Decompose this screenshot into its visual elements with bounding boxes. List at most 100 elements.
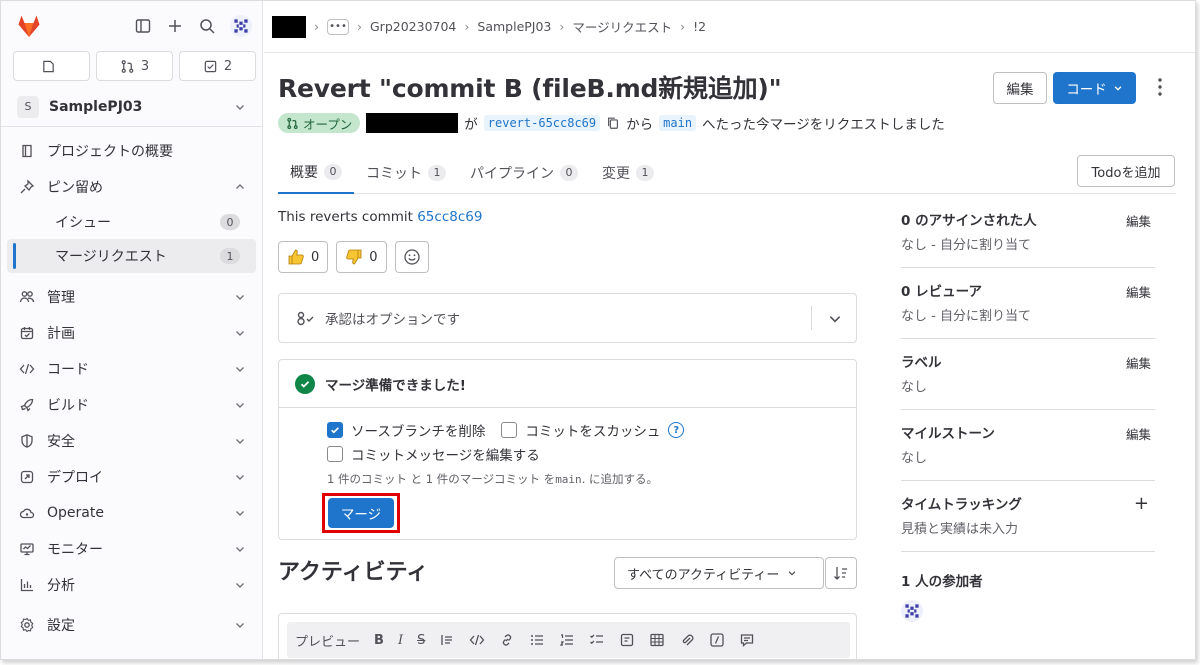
chevron-down-icon xyxy=(236,623,244,628)
collapsible-icon[interactable] xyxy=(619,632,635,648)
task-list-icon[interactable] xyxy=(589,632,605,648)
chevron-down-icon xyxy=(236,439,244,444)
breadcrumb-section[interactable]: マージリクエスト xyxy=(572,17,672,36)
preview-tab[interactable]: プレビュー xyxy=(295,631,360,650)
breadcrumb-project[interactable]: SamplePJ03 xyxy=(477,19,551,34)
copy-icon[interactable] xyxy=(606,116,620,130)
divider xyxy=(811,306,812,330)
rocket-icon xyxy=(20,398,34,412)
breadcrumb-current[interactable]: !2 xyxy=(693,19,706,34)
italic-icon[interactable]: I xyxy=(398,633,403,648)
numbered-list-icon[interactable] xyxy=(559,632,575,648)
link-icon[interactable] xyxy=(499,632,515,648)
merge-requests-button[interactable]: 3 xyxy=(96,51,173,81)
add-time-button[interactable]: + xyxy=(1134,493,1149,514)
reviewer-edit-link[interactable]: 編集 xyxy=(1126,282,1151,301)
sidebar-item-project-overview[interactable]: プロジェクトの概要 xyxy=(1,133,262,169)
reviewer-value[interactable]: なし - 自分に割り当て xyxy=(901,305,1155,324)
assigned-issues-button[interactable] xyxy=(13,51,90,81)
thumbs-down-button[interactable]: 0 xyxy=(336,241,387,273)
status-label: オープン xyxy=(303,116,353,132)
bold-icon[interactable]: B xyxy=(374,633,384,648)
more-actions-icon[interactable] xyxy=(1152,74,1168,100)
merge-note-suffix: . に追加する。 xyxy=(581,472,658,486)
sidebar-item-analyze[interactable]: 分析 xyxy=(1,567,262,603)
assignee-edit-link[interactable]: 編集 xyxy=(1126,211,1151,230)
milestone-edit-link[interactable]: 編集 xyxy=(1126,424,1151,443)
code-dropdown-button[interactable]: コード xyxy=(1053,72,1136,104)
breadcrumb-group[interactable]: Grp20230704 xyxy=(370,19,456,34)
quote-icon[interactable] xyxy=(439,632,455,648)
todos-button[interactable]: 2 xyxy=(179,51,256,81)
sidebar-item-pinned[interactable]: ピン留め xyxy=(1,169,262,205)
edit-button[interactable]: 編集 xyxy=(993,72,1047,104)
sidebar-item-merge-requests[interactable]: マージリクエスト 1 xyxy=(7,239,256,273)
thumbs-up-button[interactable]: 0 xyxy=(278,241,329,273)
edit-commit-message-checkbox[interactable] xyxy=(327,446,343,462)
squash-commits-checkbox[interactable] xyxy=(501,422,518,438)
edit-commit-message-label: コミットメッセージを編集する xyxy=(351,448,540,464)
sidebar-item-manage[interactable]: 管理 xyxy=(1,279,262,315)
merge-note-prefix: 1 件のコミット と 1 件のマージコミット を xyxy=(327,472,556,486)
chevron-down-icon xyxy=(236,331,244,336)
sidebar-item-plan[interactable]: 計画 xyxy=(1,315,262,351)
merge-options: ソースブランチを削除 コミットをスカッシュ ? コミットメッセージを編集する 1… xyxy=(279,408,856,533)
sidebar-item-issues[interactable]: イシュー 0 xyxy=(7,205,256,239)
tab-pipelines[interactable]: パイプライン 0 xyxy=(458,151,590,194)
comment-icon[interactable] xyxy=(739,632,755,648)
tab-label: コミット xyxy=(366,165,422,182)
merge-ready-text: マージ準備できました! xyxy=(325,377,466,394)
project-switcher[interactable]: S SamplePJ03 xyxy=(1,87,262,127)
source-branch-link[interactable]: revert-65cc8c69 xyxy=(483,115,601,131)
thumbs-down-icon xyxy=(346,249,362,265)
sidebar-item-build[interactable]: ビルド xyxy=(1,387,262,423)
tab-commits[interactable]: コミット 1 xyxy=(354,151,458,194)
redacted-group-name xyxy=(272,15,306,38)
sidebar-item-monitor[interactable]: モニター xyxy=(1,531,262,567)
sidebar-item-label: 分析 xyxy=(47,578,75,594)
sidebar-item-deploy[interactable]: デプロイ xyxy=(1,459,262,495)
sidebar-top-bar xyxy=(1,1,262,51)
mr-description: This reverts commit 65cc8c69 xyxy=(278,209,482,225)
approval-widget[interactable]: 承認はオプションです xyxy=(278,293,857,343)
sidebar-item-settings[interactable]: 設定 xyxy=(1,607,262,643)
sidebar-toggle-icon[interactable] xyxy=(134,17,152,35)
tab-changes[interactable]: 変更 1 xyxy=(590,151,666,194)
gitlab-logo-icon[interactable] xyxy=(15,12,43,40)
pin-icon xyxy=(20,179,35,194)
search-icon[interactable] xyxy=(198,17,216,35)
sidebar-item-operate[interactable]: Operate xyxy=(1,495,262,531)
sidebar-item-code[interactable]: コード xyxy=(1,351,262,387)
breadcrumb-separator: › xyxy=(314,19,319,34)
reviewer-section: 0 レビューア なし - 自分に割り当て 編集 xyxy=(901,268,1155,339)
participant-avatar-icon[interactable] xyxy=(901,600,923,622)
todos-count: 2 xyxy=(223,58,233,74)
slash-commands-icon[interactable] xyxy=(709,632,725,648)
add-todo-button[interactable]: Todoを追加 xyxy=(1077,155,1175,187)
attachment-icon[interactable] xyxy=(679,632,695,648)
bullet-list-icon[interactable] xyxy=(529,632,545,648)
issues-count-badge: 0 xyxy=(220,214,240,230)
add-reaction-button[interactable] xyxy=(394,241,429,273)
tab-overview[interactable]: 概要 0 xyxy=(278,151,354,194)
activity-filter-dropdown[interactable]: すべてのアクティビティー xyxy=(614,557,824,589)
assignee-value[interactable]: なし - 自分に割り当て xyxy=(901,234,1155,253)
user-avatar-icon[interactable] xyxy=(230,15,252,37)
labels-edit-link[interactable]: 編集 xyxy=(1126,353,1151,372)
sidebar-item-secure[interactable]: 安全 xyxy=(1,423,262,459)
sort-order-button[interactable] xyxy=(825,557,857,589)
code-icon[interactable] xyxy=(469,632,485,648)
help-icon[interactable]: ? xyxy=(668,422,685,438)
strikethrough-icon[interactable]: S xyxy=(417,633,425,648)
commit-link[interactable]: 65cc8c69 xyxy=(417,209,482,225)
plus-icon[interactable] xyxy=(166,17,184,35)
chevron-down-icon xyxy=(236,367,244,372)
merge-button[interactable]: マージ xyxy=(328,498,394,528)
breadcrumb-more-button[interactable]: ••• xyxy=(327,18,349,35)
delete-source-branch-checkbox[interactable] xyxy=(327,422,343,438)
chevron-up-icon xyxy=(236,184,244,189)
target-branch-link[interactable]: main xyxy=(659,115,697,131)
chevron-down-icon[interactable] xyxy=(828,312,842,326)
chevron-down-icon xyxy=(236,104,244,110)
table-icon[interactable] xyxy=(649,632,665,648)
